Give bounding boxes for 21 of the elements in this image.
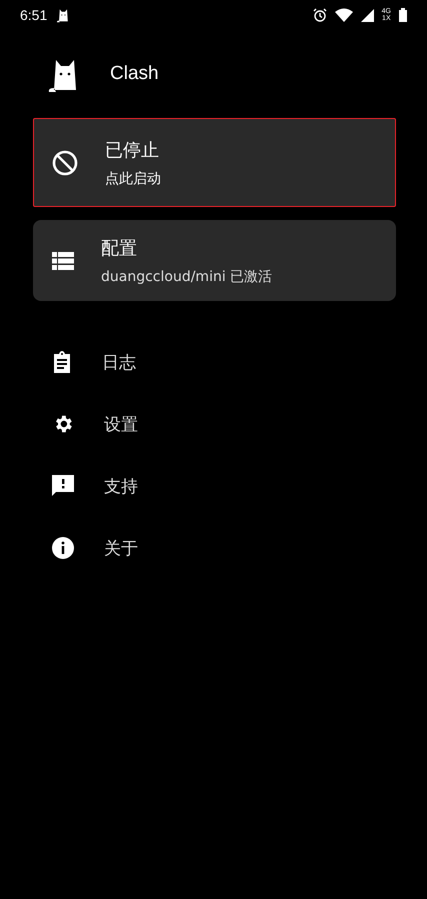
status-card[interactable]: 已停止 点此启动 — [33, 118, 396, 207]
card-title: 配置 — [101, 236, 138, 260]
card-title: 已停止 — [105, 138, 160, 162]
menu-item[interactable]: 设置 — [104, 412, 138, 436]
battery-icon — [399, 8, 407, 22]
menu-item[interactable]: 关于 — [104, 536, 138, 560]
card-subtitle: duangccloud/mini 已激活 — [101, 268, 272, 286]
menu-item[interactable]: 日志 — [102, 350, 136, 374]
menu-item[interactable]: 支持 — [104, 474, 138, 498]
wifi-icon — [334, 8, 353, 22]
profile-card[interactable]: 配置 duangccloud/mini 已激活 — [33, 220, 396, 301]
card-subtitle: 点此启动 — [105, 170, 161, 188]
signal-icon — [360, 8, 374, 22]
info-icon — [52, 537, 74, 559]
prohibited-icon — [52, 150, 78, 176]
app-title: Clash — [110, 63, 159, 85]
status-time: 6:51 — [20, 7, 48, 23]
alarm-icon — [312, 8, 327, 22]
list-icon — [52, 252, 74, 270]
feedback-icon — [52, 475, 74, 497]
clipboard-icon — [52, 351, 72, 373]
